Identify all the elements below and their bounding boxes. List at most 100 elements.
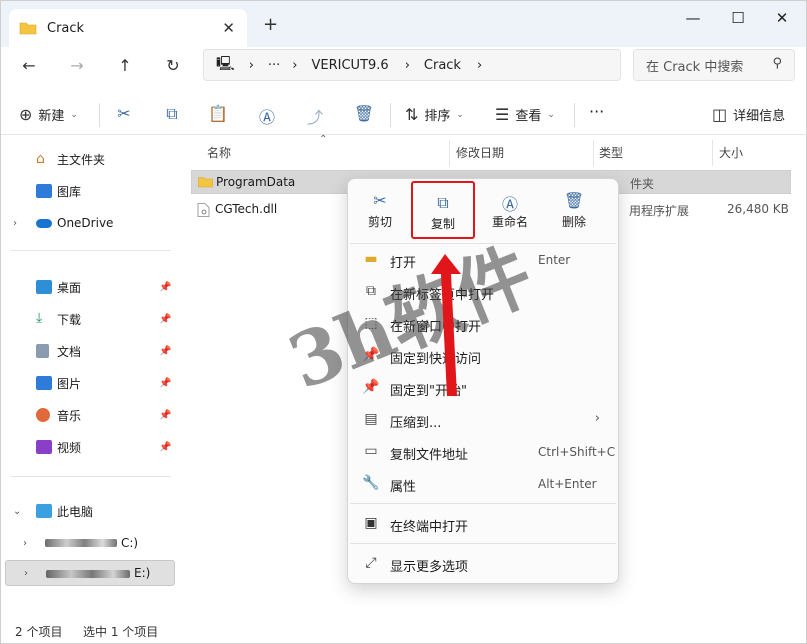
sidebar-item-downloads[interactable]: ⤓ 下载 📌 [1,306,176,332]
copy-button[interactable]: ⧉ 复制 [411,181,475,239]
menu-item-pin-start[interactable]: 📌 固定到"开始" [352,373,614,403]
home-icon: ⌂ [36,151,45,167]
cloud-icon [36,219,52,228]
tab-crack[interactable]: Crack ✕ [9,9,247,47]
pin-icon: 📌 [362,347,380,363]
pin-icon[interactable]: 📌 [159,282,171,293]
chevron-right-icon[interactable]: › [23,538,27,549]
pin-icon[interactable]: 📌 [159,378,171,389]
sidebar-item-videos[interactable]: 视频 📌 [1,434,176,460]
breadcrumb-more[interactable]: ··· [268,58,280,73]
file-type: 件夹 [630,177,655,191]
sidebar-item-music[interactable]: 音乐 📌 [1,402,176,428]
address-bar[interactable]: 🖳 › ··· › VERICUT9.6 › Crack › [203,49,621,81]
chevron-right-icon[interactable]: › [13,218,17,229]
menu-item-open-new-window[interactable]: ⬚ 在新窗口中打开 [352,309,614,339]
tab-title: Crack [47,20,85,36]
breadcrumb-chevron-icon: › [248,57,254,73]
sidebar-item-documents[interactable]: 文档 📌 [1,338,176,364]
minimize-button[interactable]: — [678,9,708,27]
file-name: ProgramData [216,175,296,189]
paste-icon[interactable]: 📋 [207,104,229,123]
divider [350,543,616,544]
document-icon [36,344,49,358]
details-button[interactable]: ◫ 详细信息 [712,105,785,124]
divider [99,103,100,127]
file-size: 26,480 KB [727,202,789,216]
column-header-name[interactable]: 名称 [207,144,231,161]
sidebar-item-desktop[interactable]: 桌面 📌 [1,274,176,300]
explorer-window: Crack ✕ + — ☐ ✕ ← → ↑ ↻ 🖳 › ··· › VERICU… [0,0,807,644]
search-input[interactable]: 在 Crack 中搜索 ⚲ [633,49,795,81]
divider [449,140,450,166]
menu-item-properties[interactable]: 🔧 属性 Alt+Enter [352,469,614,499]
sidebar-item-this-pc[interactable]: ⌄ 此电脑 [1,498,176,524]
delete-icon[interactable]: 🗑 [353,104,375,123]
forward-icon[interactable]: → [65,56,89,75]
pin-icon[interactable]: 📌 [159,410,171,421]
menu-item-open[interactable]: ▬ 打开 Enter [352,245,614,275]
column-header-modified[interactable]: 修改日期 [456,144,504,161]
column-header-size[interactable]: 大小 [719,144,743,161]
up-icon[interactable]: ↑ [113,56,137,75]
breadcrumb-chevron-icon: › [292,57,298,73]
details-label: 详细信息 [733,109,786,124]
copy-icon[interactable]: ⧉ [161,104,183,124]
pin-icon[interactable]: 📌 [159,346,171,357]
sidebar-item-home[interactable]: ⌂ 主文件夹 [1,146,176,172]
breadcrumb-vericut[interactable]: VERICUT9.6 [312,58,389,73]
menu-item-compress[interactable]: ▤ 压缩到... › [352,405,614,435]
breadcrumb-crack[interactable]: Crack [424,58,461,73]
menu-item-pin-quick-access[interactable]: 📌 固定到快速访问 [352,341,614,371]
more-button[interactable]: ··· [589,102,604,121]
file-name: CGTech.dll [215,202,278,216]
divider [11,476,171,477]
divider [350,503,616,504]
share-icon[interactable]: ⤴ [304,104,326,128]
new-tab-button[interactable]: + [263,14,278,35]
pin-icon[interactable]: 📌 [159,314,171,325]
sort-label: 排序 [424,109,451,124]
view-button[interactable]: ☰ 查看 ⌄ [495,105,555,124]
refresh-icon[interactable]: ↻ [161,56,185,75]
menu-item-open-new-tab[interactable]: ⧉ 在新标签页中打开 [352,277,614,307]
folder-icon [198,176,213,188]
view-icon: ☰ [495,105,510,124]
desktop-icon [36,280,52,294]
new-button[interactable]: ⊕ 新建 ⌄ [19,105,78,124]
back-icon[interactable]: ← [17,56,41,75]
column-header-type[interactable]: 类型 [599,144,623,161]
maximize-button[interactable]: ☐ [723,9,753,27]
menu-item-open-terminal[interactable]: ▣ 在终端中打开 [352,509,614,539]
chevron-right-icon[interactable]: › [24,568,28,579]
menu-item-show-more-options[interactable]: ⤢ 显示更多选项 [352,549,614,579]
sidebar-item-drive-c[interactable]: › C:) [1,530,176,556]
tab-close-icon[interactable]: ✕ [222,19,235,37]
picture-icon [36,376,52,390]
divider [350,243,616,244]
sidebar-item-pictures[interactable]: 图片 📌 [1,370,176,396]
title-bar: Crack ✕ + — ☐ ✕ [1,1,806,47]
cut-button[interactable]: ✂ 剪切 [350,191,410,235]
sidebar-item-onedrive[interactable]: › OneDrive [1,210,176,236]
sort-caret-icon: ⌃ [319,134,328,145]
chevron-down-icon: ⌄ [547,109,555,120]
chevron-down-icon[interactable]: ⌄ [13,506,21,517]
wrench-icon: 🔧 [362,475,380,491]
breadcrumb-chevron-icon: › [404,57,410,73]
scissors-icon: ✂ [373,191,387,210]
plus-circle-icon: ⊕ [19,105,33,124]
delete-button[interactable]: 🗑 删除 [544,191,604,235]
command-bar: ⊕ 新建 ⌄ ✂ ⧉ 📋 Ⓐ ⤴ 🗑 ⇅ 排序 ⌄ ☰ 查看 ⌄ ··· ◫ 详… [1,93,806,135]
sidebar-item-drive-e[interactable]: › E:) [5,560,175,586]
sidebar-item-gallery[interactable]: 图库 [1,178,176,204]
rename-button[interactable]: Ⓐ 重命名 [480,191,540,235]
sort-button[interactable]: ⇅ 排序 ⌄ [405,105,464,124]
cut-icon[interactable]: ✂ [113,104,135,123]
rename-icon[interactable]: Ⓐ [256,104,278,128]
pin-icon[interactable]: 📌 [159,442,171,453]
chevron-right-icon: › [594,411,600,426]
menu-item-copy-path[interactable]: ▭ 复制文件地址 Ctrl+Shift+C [352,437,615,467]
close-button[interactable]: ✕ [767,9,797,27]
copy-icon: ⧉ [437,193,449,212]
